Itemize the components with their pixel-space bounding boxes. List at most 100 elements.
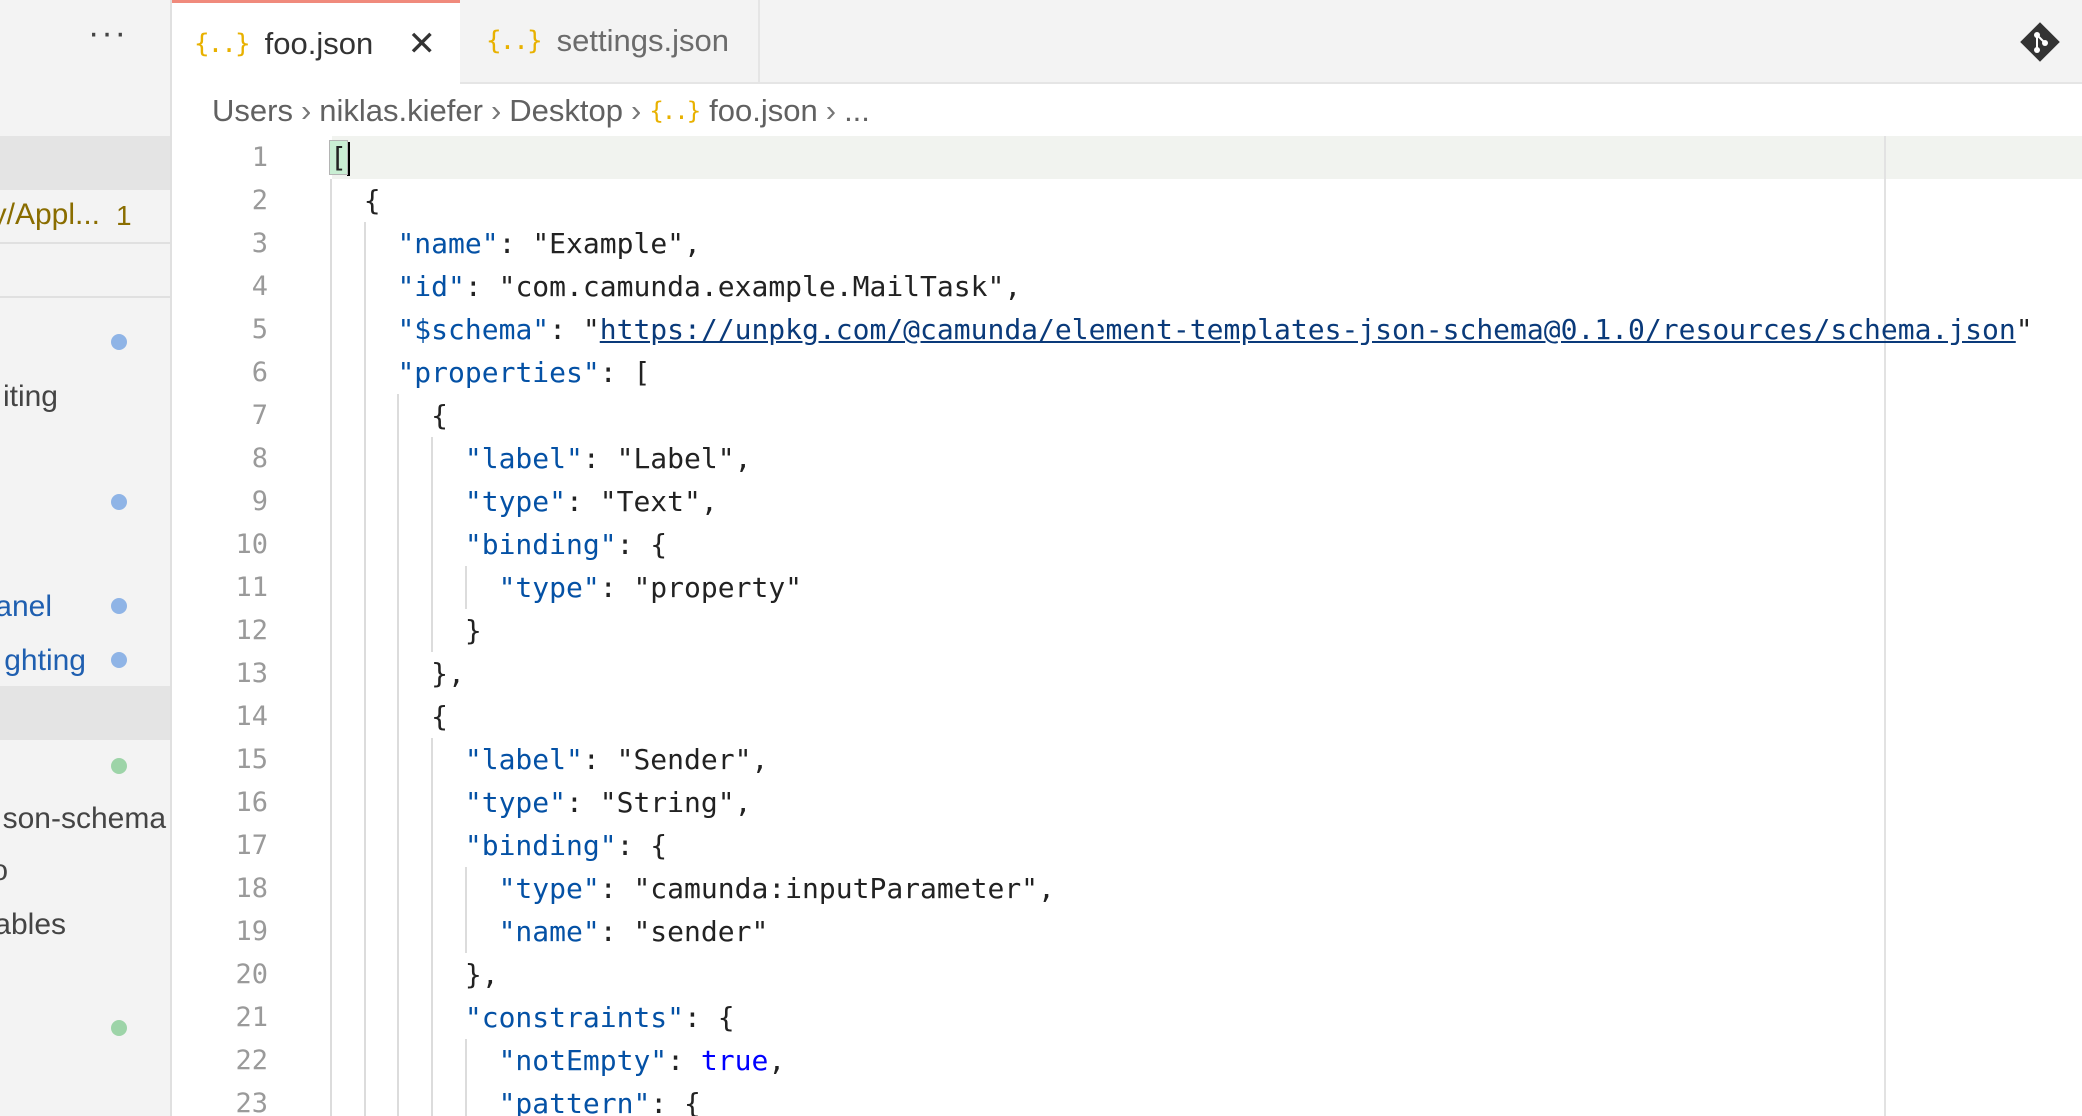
code-text: "type": "Text", [464,485,718,518]
sidebar-item-4[interactable]: son-schema [3,802,166,836]
code-line[interactable]: 4 "id": "com.camunda.example.MailTask", [172,265,2082,308]
modified-dot-icon [111,494,127,510]
code-line[interactable]: 23 "pattern": { [172,1082,2082,1116]
sidebar-item-1[interactable]: iting [3,380,58,414]
breadcrumb-user[interactable]: niklas.kiefer [319,93,483,129]
added-dot-icon [111,758,127,774]
code-text: "type": "String", [464,786,752,819]
line-number: 10 [235,529,268,560]
chevron-right-icon: › [825,93,837,128]
code-text: { [330,184,381,217]
code-line[interactable]: 5 "$schema": "https://unpkg.com/@camunda… [172,308,2082,351]
modified-dot-icon [111,598,127,614]
line-number: 17 [235,830,268,861]
added-dot-icon [111,1020,127,1036]
line-number: 13 [235,658,268,689]
line-number: 18 [235,873,268,904]
sidebar-divider [0,296,170,298]
line-number: 15 [235,744,268,775]
modified-dot-icon [111,334,127,350]
line-number: 19 [235,916,268,947]
code-text: [ [329,136,350,179]
code-text: }, [330,657,465,690]
code-line[interactable]: 7 { [172,394,2082,437]
code-line[interactable]: 21 "constraints": { [172,996,2082,1039]
code-text: "notEmpty": true, [498,1044,786,1077]
close-icon[interactable]: ✕ [408,24,437,64]
breadcrumb-more[interactable]: ... [844,93,870,129]
tab-settings-json[interactable]: {..} settings.json [460,0,760,82]
line-number: 20 [235,959,268,990]
line-number: 9 [251,486,268,517]
code-text: "properties": [ [397,356,651,389]
code-text: "binding": { [464,528,668,561]
code-line[interactable]: 3 "name": "Example", [172,222,2082,265]
code-text: "id": "com.camunda.example.MailTask", [397,270,1022,303]
code-text: "name": "Example", [397,227,701,260]
code-line[interactable]: 17 "binding": { [172,824,2082,867]
modified-dot-icon [111,652,127,668]
line-number: 23 [235,1088,268,1116]
line-number: 22 [235,1045,268,1076]
code-line[interactable]: 15 "label": "Sender", [172,738,2082,781]
code-line[interactable]: 13 }, [172,652,2082,695]
code-line[interactable]: 20 }, [172,953,2082,996]
code-line[interactable]: 14 { [172,695,2082,738]
code-line[interactable]: 10 "binding": { [172,523,2082,566]
code-line[interactable]: 19 "name": "sender" [172,910,2082,953]
line-number: 4 [251,271,268,302]
line-number: 3 [251,228,268,259]
line-number: 12 [235,615,268,646]
code-text: "constraints": { [464,1001,735,1034]
code-text: } [330,614,482,647]
code-text: "label": "Sender", [464,743,769,776]
json-file-icon: {..} [194,28,251,59]
code-line[interactable]: 9 "type": "Text", [172,480,2082,523]
tab-label: foo.json [264,25,374,61]
tab-label: settings.json [556,23,729,58]
code-text: { [330,700,449,733]
line-number: 1 [251,142,268,173]
sidebar-item-3[interactable]: ghting [4,644,86,678]
code-line[interactable]: 22 "notEmpty": true, [172,1039,2082,1082]
sidebar-item-6[interactable]: ables [0,908,66,942]
more-actions-icon[interactable]: ··· [88,16,128,50]
code-line[interactable]: 2 { [172,179,2082,222]
breadcrumb: Users › niklas.kiefer › Desktop › {..} f… [212,90,870,132]
code-text: "type": "camunda:inputParameter", [498,872,1055,905]
code-text: "$schema": "https://unpkg.com/@camunda/e… [397,313,2033,346]
code-line[interactable]: 6 "properties": [ [172,351,2082,394]
line-number: 2 [251,185,268,216]
sidebar-item-2[interactable]: anel [0,590,52,624]
line-number: 21 [235,1002,268,1033]
chevron-right-icon: › [300,93,312,128]
open-changes-git-icon[interactable] [2020,22,2060,62]
code-text: { [330,399,449,432]
line-number: 7 [251,400,268,431]
code-line[interactable]: 16 "type": "String", [172,781,2082,824]
code-line[interactable]: 1[ [172,136,2082,179]
code-text: }, [330,958,499,991]
json-file-icon: {..} [649,97,701,125]
line-number: 16 [235,787,268,818]
breadcrumb-file[interactable]: foo.json [709,93,818,129]
code-line[interactable]: 11 "type": "property" [172,566,2082,609]
json-file-icon: {..} [486,26,543,56]
code-text: "label": "Label", [464,442,752,475]
selected-row-band [0,686,170,740]
breadcrumb-desktop[interactable]: Desktop [509,93,623,129]
code-line[interactable]: 18 "type": "camunda:inputParameter", [172,867,2082,910]
sidebar-item-5[interactable]: o [0,854,8,888]
code-line[interactable]: 8 "label": "Label", [172,437,2082,480]
chevron-right-icon: › [490,93,502,128]
code-line[interactable]: 12 } [172,609,2082,652]
tab-foo-json[interactable]: {..} foo.json ✕ [172,0,460,84]
line-number: 8 [251,443,268,474]
code-editor[interactable]: 1[2 {3 "name": "Example", 4 "id": "com.ca… [172,136,2082,1116]
code-text: "binding": { [464,829,668,862]
line-number: 5 [251,314,268,345]
code-text: "type": "property" [498,571,803,604]
breadcrumb-users[interactable]: Users [212,93,293,129]
sidebar-item-0[interactable]: y/Appl... [0,198,100,232]
selected-row-band [0,136,170,190]
